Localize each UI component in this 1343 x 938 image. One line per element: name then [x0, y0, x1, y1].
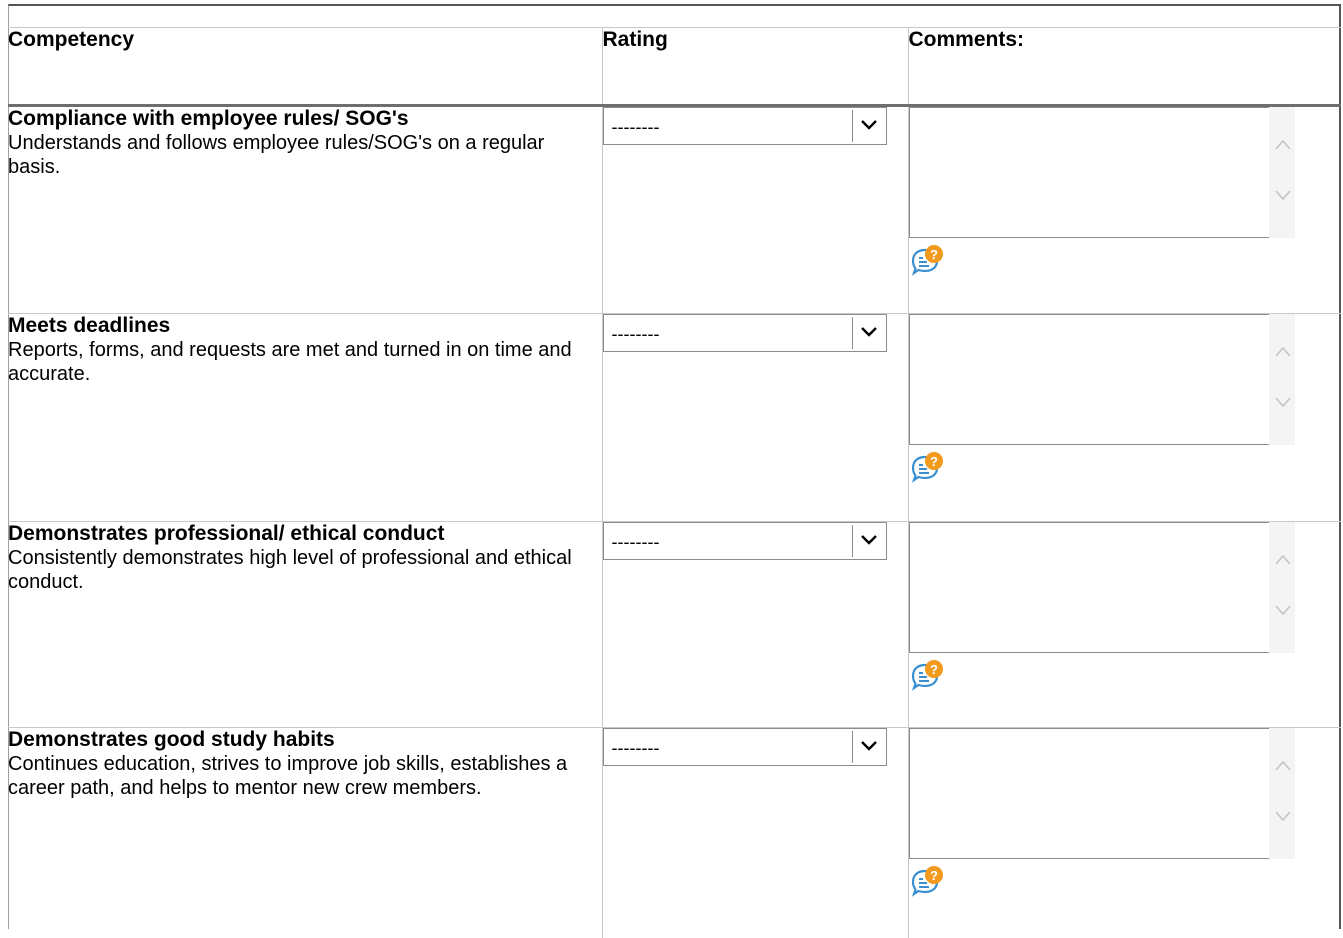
- table-row: Compliance with employee rules/ SOG's Un…: [8, 105, 1341, 314]
- chevron-up-icon[interactable]: [1274, 139, 1291, 151]
- header-competency: Competency: [8, 27, 603, 107]
- table-header-row: Competency Rating Comments:: [8, 27, 1341, 107]
- chevron-down-icon[interactable]: [1274, 396, 1291, 408]
- svg-text:?: ?: [930, 662, 938, 677]
- comments-cell: ?: [908, 521, 1341, 728]
- chevron-down-icon[interactable]: [851, 110, 884, 142]
- comment-help-icon[interactable]: ?: [909, 450, 945, 486]
- comment-textarea[interactable]: [908, 314, 1295, 445]
- comment-help-icon[interactable]: ?: [909, 243, 945, 279]
- rating-select[interactable]: --------: [602, 107, 887, 145]
- rating-select[interactable]: --------: [602, 314, 887, 352]
- competency-description: Consistently demonstrates high level of …: [8, 547, 572, 593]
- header-rating: Rating: [602, 27, 909, 107]
- comment-scrollbar[interactable]: [1268, 314, 1295, 445]
- competency-description: Reports, forms, and requests are met and…: [8, 339, 572, 385]
- comment-textarea[interactable]: [908, 728, 1295, 859]
- comments-cell: ?: [908, 313, 1341, 522]
- comment-textarea[interactable]: [908, 522, 1295, 653]
- rating-cell: --------: [602, 105, 909, 314]
- chevron-down-icon[interactable]: [851, 525, 884, 557]
- comment-scrollbar[interactable]: [1268, 728, 1295, 859]
- comment-scrollbar[interactable]: [1268, 522, 1295, 653]
- competency-table: Competency Rating Comments: Compliance w…: [8, 4, 1341, 938]
- competency-title: Demonstrates professional/ ethical condu…: [8, 522, 445, 545]
- rating-select-value: --------: [611, 532, 660, 552]
- svg-text:?: ?: [930, 454, 938, 469]
- rating-select-value: --------: [611, 738, 660, 758]
- competency-cell: Compliance with employee rules/ SOG's Un…: [8, 105, 603, 314]
- table-row: Demonstrates professional/ ethical condu…: [8, 521, 1341, 728]
- comments-cell: ?: [908, 728, 1341, 938]
- chevron-up-icon[interactable]: [1274, 554, 1291, 566]
- table-row: Meets deadlines Reports, forms, and requ…: [8, 313, 1341, 522]
- chevron-up-icon[interactable]: [1274, 346, 1291, 358]
- competency-description: Continues education, strives to improve …: [8, 753, 568, 799]
- comment-help-icon[interactable]: ?: [909, 658, 945, 694]
- comments-cell: ?: [908, 105, 1341, 314]
- rating-cell: --------: [602, 521, 909, 728]
- rating-cell: --------: [602, 727, 909, 938]
- chevron-down-icon[interactable]: [1274, 604, 1291, 616]
- chevron-down-icon[interactable]: [851, 731, 884, 763]
- table-top-spacer: [8, 4, 1341, 28]
- rating-cell: --------: [602, 313, 909, 522]
- competency-title: Demonstrates good study habits: [8, 728, 335, 751]
- competency-title: Meets deadlines: [8, 314, 171, 337]
- comment-textarea[interactable]: [908, 107, 1295, 238]
- competency-cell: Demonstrates professional/ ethical condu…: [8, 521, 603, 728]
- svg-text:?: ?: [930, 868, 938, 883]
- chevron-down-icon[interactable]: [1274, 189, 1291, 201]
- rating-select-value: --------: [611, 324, 660, 344]
- chevron-down-icon[interactable]: [1274, 810, 1291, 822]
- competency-cell: Meets deadlines Reports, forms, and requ…: [8, 313, 603, 522]
- competency-title: Compliance with employee rules/ SOG's: [8, 107, 409, 130]
- rating-select[interactable]: --------: [602, 522, 887, 560]
- svg-text:?: ?: [930, 247, 938, 262]
- comment-help-icon[interactable]: ?: [909, 864, 945, 900]
- competency-description: Understands and follows employee rules/S…: [8, 132, 545, 178]
- comment-scrollbar[interactable]: [1268, 107, 1295, 238]
- competency-cell: Demonstrates good study habits Continues…: [8, 727, 603, 938]
- rating-select[interactable]: --------: [602, 728, 887, 766]
- header-comments: Comments:: [908, 27, 1341, 107]
- table-row: Demonstrates good study habits Continues…: [8, 727, 1341, 938]
- chevron-down-icon[interactable]: [851, 317, 884, 349]
- chevron-up-icon[interactable]: [1274, 760, 1291, 772]
- rating-select-value: --------: [611, 117, 660, 137]
